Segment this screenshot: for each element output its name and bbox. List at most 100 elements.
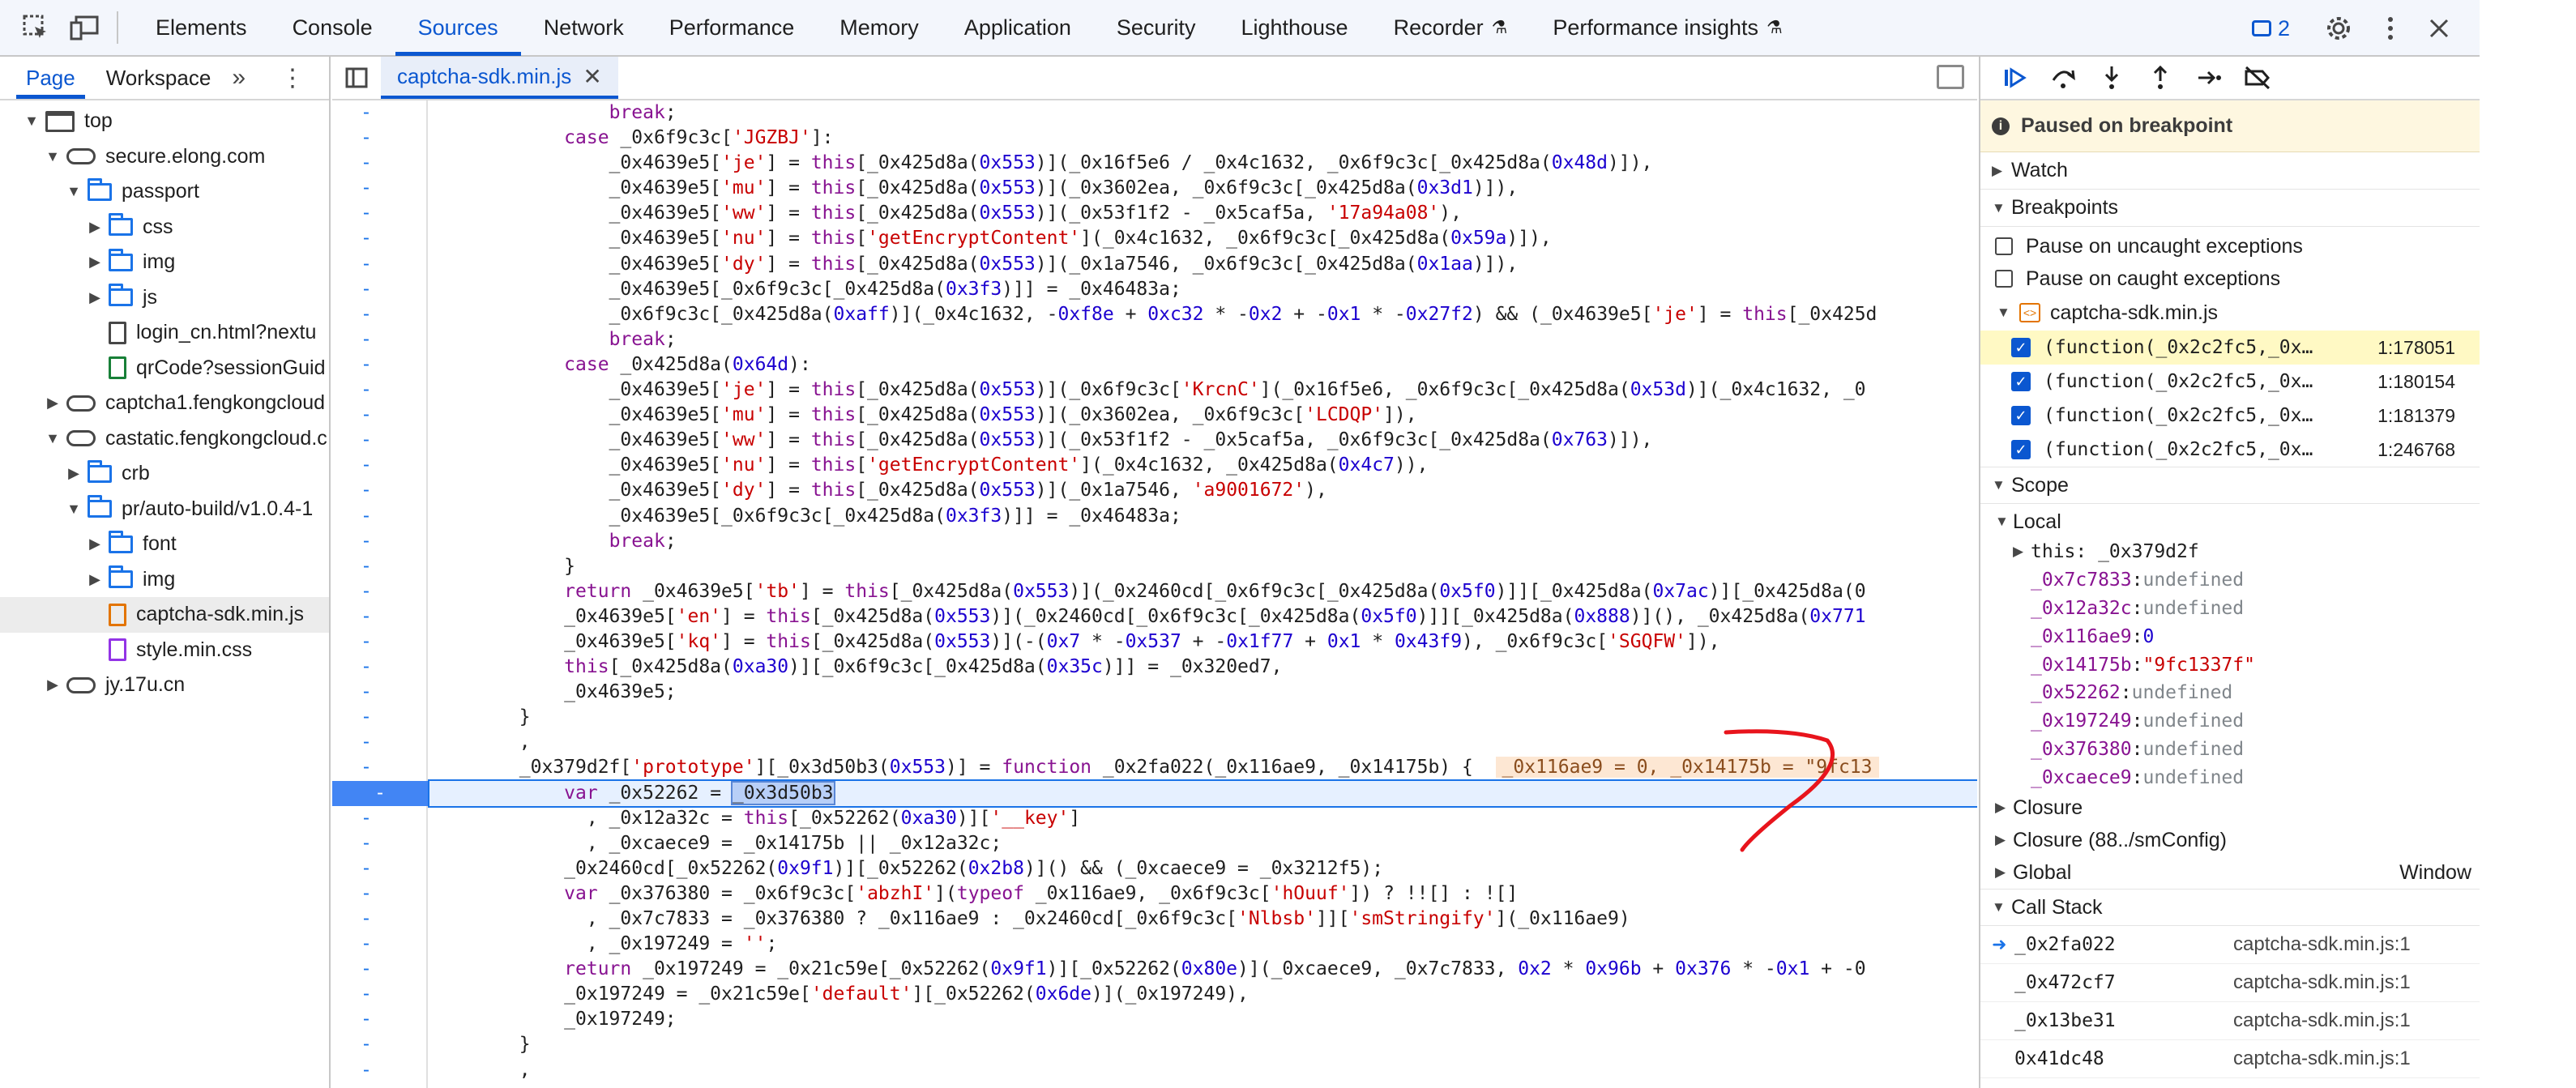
deactivate-breakpoints-icon[interactable] — [2233, 58, 2282, 98]
pause-caught-checkbox[interactable] — [1995, 270, 2013, 288]
line-gutter-mark[interactable]: - — [361, 226, 372, 251]
expanded-arrow-icon[interactable]: ▼ — [65, 183, 83, 200]
tree-item[interactable]: ▶ captcha1.fengkongcloud — [0, 386, 329, 421]
panel-tab-sources[interactable]: Sources — [395, 0, 521, 56]
closure-header[interactable]: ▶ Closure — [1980, 791, 2480, 824]
watch-section-header[interactable]: ▶ Watch — [1980, 152, 2480, 190]
tree-item[interactable]: ▶login_cn.html?nextu — [0, 315, 329, 351]
line-gutter-mark[interactable]: - — [361, 730, 372, 755]
line-gutter-mark[interactable]: - — [361, 604, 372, 629]
tree-item[interactable]: ▶ js — [0, 280, 329, 316]
panel-tab-recorder[interactable]: Recorder ⚗ — [1371, 0, 1531, 56]
collapsed-arrow-icon[interactable]: ▶ — [86, 535, 104, 553]
tree-item[interactable]: ▶ img — [0, 245, 329, 280]
toggle-navigator-icon[interactable] — [332, 57, 381, 99]
expanded-arrow-icon[interactable]: ▼ — [23, 113, 41, 130]
expanded-arrow-icon[interactable]: ▼ — [65, 501, 83, 518]
panel-tab-elements[interactable]: Elements — [133, 0, 270, 56]
line-gutter-mark[interactable]: - — [361, 1058, 372, 1083]
line-gutter-mark[interactable]: - — [361, 302, 372, 327]
tree-item[interactable]: ▶qrCode?sessionGuid — [0, 351, 329, 386]
collapsed-arrow-icon[interactable]: ▶ — [86, 289, 104, 306]
line-gutter-mark[interactable]: - — [361, 151, 372, 176]
tree-item[interactable]: ▶ font — [0, 527, 329, 562]
breakpoint-item[interactable]: ✓ (function(_0x2c2fc5,_0x… 1:181379 — [1980, 399, 2480, 433]
line-gutter-mark[interactable]: - — [361, 755, 372, 780]
breakpoint-checkbox[interactable]: ✓ — [2011, 338, 2031, 357]
line-gutter[interactable] — [332, 100, 428, 1088]
line-gutter-mark[interactable]: - — [361, 126, 372, 151]
line-gutter-mark[interactable]: - — [361, 1032, 372, 1057]
tree-item[interactable]: ▼ top — [0, 104, 329, 139]
line-gutter-mark[interactable]: - — [361, 1007, 372, 1032]
line-gutter-mark[interactable]: - — [361, 176, 372, 201]
step-into-icon[interactable] — [2087, 58, 2136, 98]
breakpoints-section-header[interactable]: ▼ Breakpoints — [1980, 190, 2480, 227]
tree-item[interactable]: ▶ jy.17u.cn — [0, 668, 329, 703]
line-gutter-mark[interactable]: - — [361, 277, 372, 302]
tree-item[interactable]: ▶ crb — [0, 456, 329, 492]
panel-tab-application[interactable]: Application — [942, 0, 1094, 56]
toggle-debugger-icon[interactable] — [1937, 65, 1964, 89]
expanded-arrow-icon[interactable]: ▼ — [44, 430, 62, 447]
collapsed-arrow-icon[interactable]: ▶ — [65, 465, 83, 482]
line-gutter-mark[interactable]: - — [361, 252, 372, 277]
global-header[interactable]: ▶ Global Window — [1980, 856, 2480, 889]
pause-caught-row[interactable]: Pause on caught exceptions — [1980, 262, 2480, 295]
line-gutter-mark[interactable]: - — [361, 806, 372, 831]
callstack-frame[interactable]: ➜ _0x2fa022 captcha-sdk.min.js:1 — [1980, 926, 2480, 965]
line-gutter-mark[interactable]: - — [361, 932, 372, 957]
breakpoint-checkbox[interactable]: ✓ — [2011, 440, 2031, 459]
scope-variable[interactable]: _0x14175b: "9fc1337f" — [1980, 651, 2480, 679]
tree-item[interactable]: ▼ castatic.fengkongcloud.c — [0, 421, 329, 457]
breakpoint-checkbox[interactable]: ✓ — [2011, 406, 2031, 425]
line-gutter-mark[interactable]: - — [361, 579, 372, 604]
editor-file-tab[interactable]: captcha-sdk.min.js ✕ — [381, 57, 618, 99]
line-gutter-mark[interactable]: - — [361, 881, 372, 907]
collapsed-arrow-icon[interactable]: ▶ — [86, 571, 104, 588]
issues-counter[interactable]: 2 — [2251, 16, 2290, 41]
scope-this-row[interactable]: ▶ this: _0x379d2f — [1980, 538, 2480, 566]
line-gutter-mark[interactable]: - — [361, 957, 372, 982]
step-over-icon[interactable] — [2039, 58, 2087, 98]
pause-uncaught-row[interactable]: Pause on uncaught exceptions — [1980, 230, 2480, 262]
scope-local-header[interactable]: ▼ Local — [1980, 506, 2480, 538]
line-gutter-mark[interactable]: - — [361, 907, 372, 932]
line-gutter-mark[interactable]: - — [361, 352, 372, 378]
breakpoint-item[interactable]: ✓ (function(_0x2c2fc5,_0x… 1:180154 — [1980, 365, 2480, 399]
resume-icon[interactable] — [1990, 58, 2039, 98]
line-gutter-mark[interactable]: - — [361, 529, 372, 554]
breakpoint-item[interactable]: ✓ (function(_0x2c2fc5,_0x… 1:178051 — [1980, 331, 2480, 365]
callstack-section-header[interactable]: ▼ Call Stack — [1980, 889, 2480, 927]
callstack-frame[interactable]: _0x472cf7 captcha-sdk.min.js:1 — [1980, 964, 2480, 1003]
close-devtools-icon[interactable] — [2415, 4, 2463, 53]
panel-tab-performance[interactable]: Performance — [647, 0, 818, 56]
tree-item[interactable]: ▶style.min.css — [0, 633, 329, 668]
line-gutter-mark[interactable]: - — [361, 831, 372, 856]
line-gutter-mark[interactable]: - — [361, 982, 372, 1007]
line-gutter-mark[interactable]: - — [361, 403, 372, 428]
collapsed-arrow-icon[interactable]: ▶ — [44, 676, 62, 693]
breakpoint-file-group[interactable]: ▼ <> captcha-sdk.min.js — [1980, 295, 2480, 331]
line-gutter-mark[interactable]: - — [361, 428, 372, 453]
tree-item[interactable]: ▼ passport — [0, 174, 329, 210]
tree-item[interactable]: ▶ img — [0, 562, 329, 598]
code-view[interactable]: - break; - case _0x6f9c3c['JGZBJ']: - _0x4… — [332, 100, 1977, 1088]
tree-item[interactable]: ▼ secure.elong.com — [0, 139, 329, 175]
scope-variable[interactable]: _0x7c7833: undefined — [1980, 566, 2480, 595]
line-gutter-mark[interactable]: - — [361, 378, 372, 403]
panel-tab-lighthouse[interactable]: Lighthouse — [1218, 0, 1370, 56]
scope-variable[interactable]: _0x197249: undefined — [1980, 707, 2480, 736]
panel-tab-performance-insights[interactable]: Performance insights ⚗ — [1530, 0, 1805, 56]
callstack-frame[interactable]: _0x13be31 captcha-sdk.min.js:1 — [1980, 1002, 2480, 1041]
scope-variable[interactable]: _0x376380: undefined — [1980, 736, 2480, 764]
panel-tab-console[interactable]: Console — [270, 0, 395, 56]
line-gutter-mark[interactable]: - — [361, 478, 372, 503]
tree-item[interactable]: ▶ css — [0, 210, 329, 245]
expanded-arrow-icon[interactable]: ▼ — [44, 148, 62, 165]
collapsed-arrow-icon[interactable]: ▶ — [44, 395, 62, 412]
breakpoint-item[interactable]: ✓ (function(_0x2c2fc5,_0x… 1:246768 — [1980, 433, 2480, 467]
line-gutter-mark[interactable]: - — [361, 100, 372, 126]
scope-variable[interactable]: _0xcaece9: undefined — [1980, 763, 2480, 791]
line-gutter-mark[interactable]: - — [361, 705, 372, 730]
